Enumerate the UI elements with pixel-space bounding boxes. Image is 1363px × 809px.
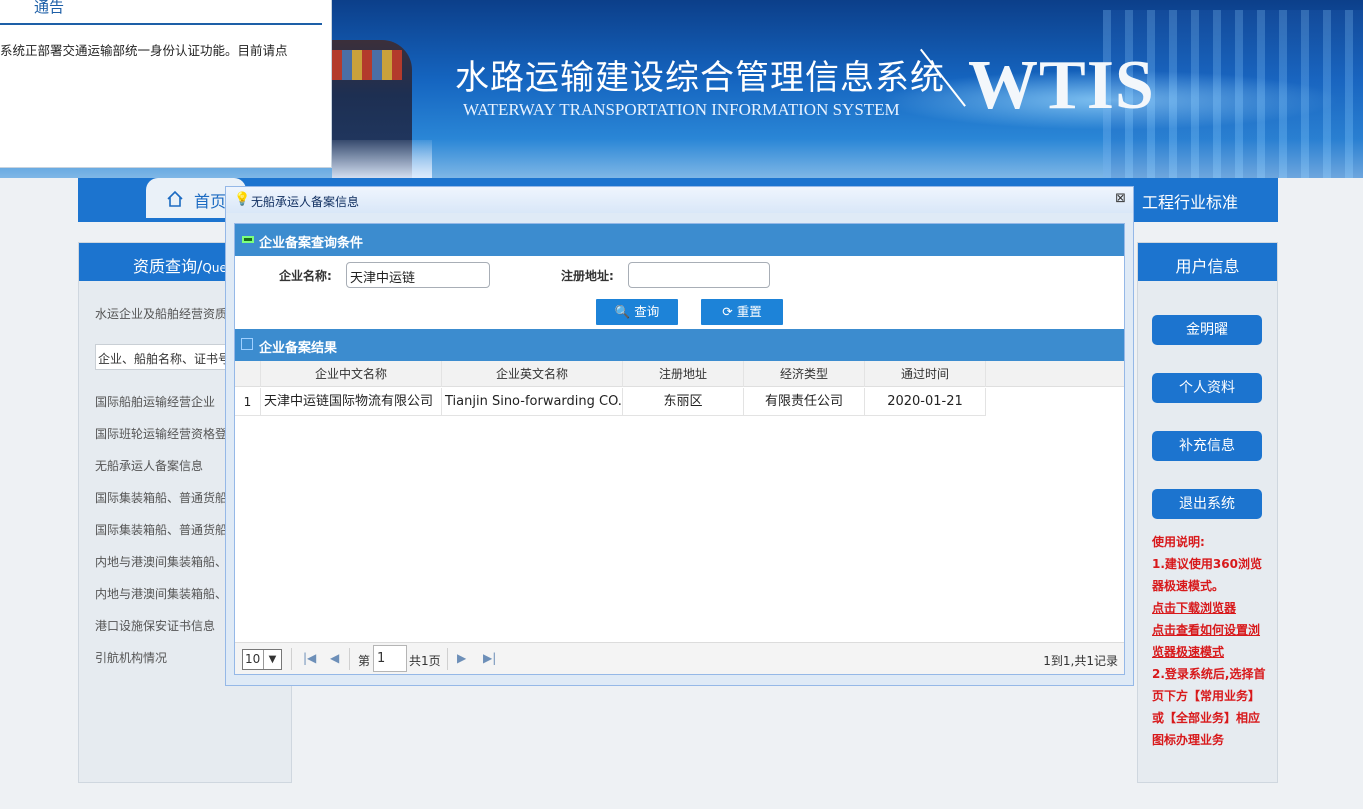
column-header[interactable]: 企业中文名称: [261, 361, 442, 387]
page-number-input[interactable]: 1: [373, 645, 407, 672]
dialog-body: 企业备案查询条件 企业名称: 天津中运链 注册地址: 🔍 查询 ⟳ 重置 企业备…: [234, 223, 1125, 675]
page-prefix: 第: [358, 654, 371, 668]
last-page-icon[interactable]: ▶|: [483, 651, 496, 665]
result-section-title: 企业备案结果: [259, 341, 338, 356]
page-size-value: 10: [245, 652, 261, 666]
page-total: 共1页: [409, 654, 441, 668]
browser-setup-link[interactable]: 点击查看如何设置浏览器极速模式: [1152, 619, 1270, 663]
prev-page-icon[interactable]: ◀: [330, 651, 339, 665]
qualification-title-en: Que: [202, 261, 227, 275]
dialog-title: 无船承运人备案信息: [251, 195, 360, 209]
download-browser-link[interactable]: 点击下载浏览器: [1152, 597, 1270, 619]
qualification-item[interactable]: 内地与港澳间集装箱船、: [95, 585, 227, 617]
usage-notes: 使用说明: 1.建议使用360浏览器极速模式。 点击下载浏览器 点击查看如何设置…: [1152, 531, 1270, 751]
wtis-logo: WTIS: [968, 47, 1155, 124]
qualification-list: 国际船舶运输经营企业 国际班轮运输经营资格登 无船承运人备案信息 国际集装箱船、…: [95, 393, 227, 681]
search-icon: 🔍: [614, 304, 631, 319]
notice-divider: [0, 23, 322, 25]
company-name-en-cell: Tianjin Sino-forwarding CO.,: [442, 388, 623, 416]
column-header[interactable]: 企业英文名称: [442, 361, 623, 387]
usage-note-business: 2.登录系统后,选择首页下方【常用业务】或【全部业务】相应图标办理业务: [1152, 667, 1266, 747]
pager-divider: [447, 648, 448, 670]
address-label: 注册地址:: [561, 269, 614, 283]
search-button[interactable]: 🔍 查询: [596, 299, 678, 325]
home-icon: [167, 190, 183, 207]
qualification-item[interactable]: 国际船舶运输经营企业: [95, 393, 227, 425]
table-row[interactable]: 1 天津中运链国际物流有限公司 Tianjin Sino-forwarding …: [235, 388, 1124, 416]
qualification-item[interactable]: 引航机构情况: [95, 649, 227, 681]
nav-item-standards[interactable]: 工程行业标准: [1142, 189, 1238, 213]
system-title-en: WATERWAY TRANSPORTATION INFORMATION SYST…: [463, 100, 900, 119]
chevron-down-icon: ▼: [263, 650, 281, 669]
user-name-button[interactable]: 金明曜: [1152, 315, 1262, 345]
column-header[interactable]: 注册地址: [623, 361, 744, 387]
query-section-title: 企业备案查询条件: [259, 236, 364, 251]
usage-note-browser: 1.建议使用360浏览器极速模式。: [1152, 557, 1262, 593]
next-page-icon[interactable]: ▶: [457, 651, 466, 665]
qualification-item[interactable]: 国际集装箱船、普通货船: [95, 489, 227, 521]
qualification-title-cn: 资质查询/: [133, 257, 203, 276]
banner-wave: [332, 140, 432, 178]
company-name-label: 企业名称:: [279, 269, 332, 283]
user-info-panel: 用户信息 金明曜 个人资料 补充信息 退出系统 使用说明: 1.建议使用360浏…: [1137, 242, 1278, 783]
user-info-title: 用户信息: [1138, 243, 1277, 281]
profile-button[interactable]: 个人资料: [1152, 373, 1262, 403]
column-header[interactable]: 通过时间: [865, 361, 986, 387]
result-section-header: 企业备案结果: [235, 329, 1124, 361]
system-title-cn: 水路运输建设综合管理信息系统: [455, 58, 945, 98]
notice-title: 通告: [34, 0, 65, 16]
first-page-icon[interactable]: |◀: [303, 651, 316, 665]
qualification-item[interactable]: 内地与港澳间集装箱船、: [95, 553, 227, 585]
pager-divider: [291, 648, 292, 670]
address-cell: 东丽区: [623, 388, 744, 416]
row-number: 1: [235, 388, 261, 416]
extra-info-button[interactable]: 补充信息: [1152, 431, 1262, 461]
logout-button[interactable]: 退出系统: [1152, 489, 1262, 519]
nav-home-label: 首页: [194, 192, 227, 211]
pagination-bar: 10 ▼ |◀ ◀ 第 1 共1页 ▶ ▶| 1到1,共1记录: [235, 642, 1124, 674]
dialog-titlebar: 💡 无船承运人备案信息 ⊠: [226, 187, 1133, 213]
address-input[interactable]: [628, 262, 770, 288]
result-table-header: 企业中文名称 企业英文名称 注册地址 经济类型 通过时间: [235, 361, 1124, 387]
reset-button-label: 重置: [736, 304, 762, 319]
pager-divider: [349, 648, 350, 670]
page-size-select[interactable]: 10 ▼: [242, 649, 282, 670]
usage-notes-heading: 使用说明:: [1152, 535, 1205, 549]
column-header[interactable]: 经济类型: [744, 361, 865, 387]
notice-text: 系统正部署交通运输部统一身份认证功能。目前请点: [0, 43, 288, 58]
edit-icon: [241, 338, 253, 350]
economic-type-cell: 有限责任公司: [744, 388, 865, 416]
company-name-cn-cell: 天津中运链国际物流有限公司: [261, 388, 442, 416]
qualification-item[interactable]: 港口设施保安证书信息: [95, 617, 227, 649]
close-icon[interactable]: ⊠: [1115, 191, 1126, 206]
qualification-intro: 水运企业及船舶经营资质: [95, 307, 228, 321]
reset-button[interactable]: ⟳ 重置: [701, 299, 783, 325]
company-name-input[interactable]: 天津中运链: [346, 262, 490, 288]
record-count: 1到1,共1记录: [1043, 654, 1118, 668]
notice-popup: 通告 系统正部署交通运输部统一身份认证功能。目前请点: [0, 0, 332, 168]
search-button-label: 查询: [634, 304, 660, 319]
qualification-item[interactable]: 无船承运人备案信息: [95, 457, 227, 489]
query-section-header: 企业备案查询条件: [235, 224, 1124, 256]
refresh-icon: ⟳: [722, 304, 733, 319]
row-number-header: [235, 361, 261, 387]
qualification-item[interactable]: 国际集装箱船、普通货船: [95, 521, 227, 553]
approval-date-cell: 2020-01-21: [865, 388, 986, 416]
carrier-record-dialog: 💡 无船承运人备案信息 ⊠ 企业备案查询条件 企业名称: 天津中运链 注册地址:…: [225, 186, 1134, 686]
section-collapse-icon: [242, 236, 254, 243]
qualification-item[interactable]: 国际班轮运输经营资格登: [95, 425, 227, 457]
lightbulb-icon: 💡: [234, 192, 251, 207]
